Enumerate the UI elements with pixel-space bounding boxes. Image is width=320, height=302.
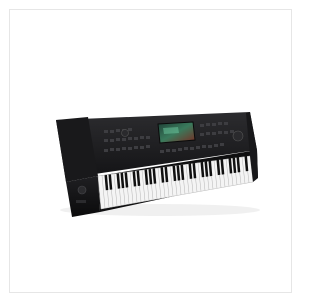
joystick-icon xyxy=(77,185,87,195)
display-highlight xyxy=(163,127,179,134)
keyboard-product-image xyxy=(56,112,260,217)
data-dial xyxy=(232,130,244,142)
volume-knob xyxy=(121,129,129,137)
pitch-wheel-slot xyxy=(76,200,86,203)
keyboard-front-edge xyxy=(66,176,100,217)
